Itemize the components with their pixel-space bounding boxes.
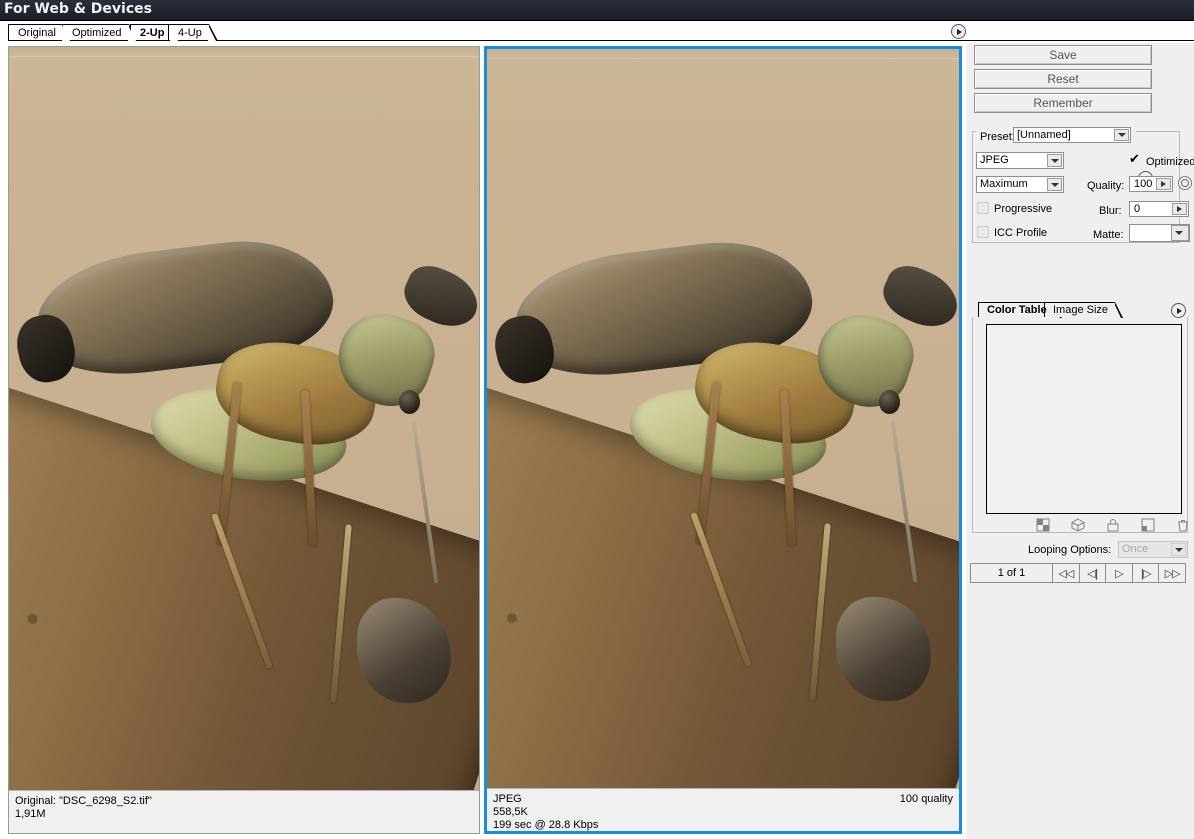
tab-original[interactable]: Original — [8, 24, 63, 40]
preset-value: [Unnamed] — [1017, 129, 1071, 141]
matte-color-swatch[interactable] — [1129, 224, 1172, 242]
chevron-down-icon[interactable] — [1171, 225, 1189, 241]
matte-dropdown[interactable] — [1172, 224, 1190, 242]
circle-right-arrow-icon[interactable] — [1171, 303, 1186, 318]
next-frame-button[interactable]: |▷ — [1133, 564, 1160, 582]
web-snap-icon[interactable] — [1071, 518, 1085, 532]
save-button[interactable]: Save — [974, 45, 1152, 65]
original-image-preview[interactable] — [9, 47, 479, 792]
optimized-info-line2: 558,5K — [493, 806, 953, 819]
compression-quality-dropdown[interactable]: Maximum — [976, 176, 1064, 193]
beetle-photo-original — [9, 47, 479, 792]
tab-original-label: Original — [18, 27, 56, 39]
tab-optimized[interactable]: Optimized — [62, 24, 129, 40]
blur-label: Blur: — [1099, 205, 1122, 217]
first-frame-button[interactable]: ◁◁ — [1053, 564, 1080, 582]
preview-pane-original[interactable]: Original: "DSC_6298_S2.tif" 1,91M — [8, 46, 480, 834]
stepper-arrow-icon[interactable] — [1156, 178, 1171, 190]
original-info-bar: Original: "DSC_6298_S2.tif" 1,91M — [9, 790, 479, 833]
file-format-dropdown[interactable]: JPEG — [976, 152, 1064, 169]
preset-label: Preset: — [980, 131, 1015, 143]
original-info-line1: Original: "DSC_6298_S2.tif" — [15, 795, 473, 808]
animation-navigation-bar: 1 of 1 ◁◁ ◁| ▷ |▷ ▷▷ — [970, 563, 1186, 583]
color-table-toolbar — [986, 517, 1182, 535]
tab-2-up-label: 2-Up — [140, 27, 164, 39]
quality-label: Quality: — [1087, 180, 1124, 192]
progressive-label: Progressive — [994, 203, 1052, 215]
icc-profile-checkbox[interactable] — [977, 226, 989, 238]
settings-panel: Save Reset Remember Preset: [Unnamed] JP… — [966, 43, 1194, 839]
window-title: For Web & Devices — [4, 1, 152, 17]
lock-color-icon[interactable] — [1106, 518, 1120, 532]
tab-image-size[interactable]: Image Size — [1044, 302, 1115, 317]
tabstrip-baseline — [8, 40, 1194, 41]
chevron-down-icon[interactable] — [1047, 154, 1062, 167]
transparency-icon[interactable] — [1036, 518, 1050, 532]
tab-color-table[interactable]: Color Table — [978, 302, 1054, 317]
optimized-checkbox[interactable] — [1129, 155, 1141, 167]
optimized-image-preview[interactable] — [487, 49, 959, 790]
play-button[interactable]: ▷ — [1106, 564, 1133, 582]
icc-profile-label: ICC Profile — [994, 227, 1047, 239]
window-titlebar: For Web & Devices — [0, 0, 1194, 21]
optimized-info-line1: JPEG — [493, 793, 953, 806]
reset-button[interactable]: Reset — [974, 69, 1152, 89]
tab-4-up-label: 4-Up — [178, 27, 202, 39]
tab-2-up[interactable]: 2-Up — [130, 24, 171, 40]
original-info-line2: 1,91M — [15, 808, 473, 821]
beetle-eye — [879, 390, 900, 414]
progressive-checkbox[interactable] — [977, 202, 989, 214]
new-color-icon[interactable] — [1141, 518, 1155, 532]
color-table-tabstrip: Color Table Image Size — [972, 302, 1188, 318]
beetle-eye — [399, 390, 420, 414]
quality-value: 100 — [1134, 178, 1152, 190]
optimized-label: Optimized — [1146, 156, 1194, 168]
preview-pane-optimized[interactable]: JPEG 558,5K 199 sec @ 28.8 Kbps 100 qual… — [484, 46, 962, 834]
tab-optimized-label: Optimized — [72, 27, 122, 39]
channel-mask-icon[interactable] — [1178, 176, 1192, 190]
preset-dropdown[interactable]: [Unnamed] — [1013, 127, 1131, 143]
looping-options-dropdown[interactable]: Once — [1118, 541, 1188, 558]
compression-quality-value: Maximum — [980, 178, 1028, 190]
tab-color-table-label: Color Table — [987, 304, 1047, 316]
color-table-swatches[interactable] — [986, 324, 1182, 514]
file-format-value: JPEG — [980, 154, 1009, 166]
chevron-down-icon[interactable] — [1171, 543, 1186, 556]
tab-image-size-label: Image Size — [1053, 304, 1108, 316]
looping-options-value: Once — [1122, 543, 1148, 555]
optimized-info-bar: JPEG 558,5K 199 sec @ 28.8 Kbps 100 qual… — [487, 788, 959, 831]
looping-options-row: Looping Options: Once — [972, 541, 1188, 559]
optimized-info-line3: 199 sec @ 28.8 Kbps — [493, 819, 953, 832]
blur-value: 0 — [1134, 203, 1140, 215]
circle-right-arrow-icon[interactable] — [951, 24, 966, 39]
delete-color-icon[interactable] — [1176, 518, 1190, 532]
optimized-quality-label: 100 quality — [900, 793, 953, 806]
looping-options-label: Looping Options: — [1028, 544, 1111, 556]
chevron-down-icon[interactable] — [1047, 178, 1062, 191]
stepper-arrow-icon[interactable] — [1172, 203, 1187, 215]
blur-stepper[interactable]: 0 — [1129, 201, 1189, 217]
photo-top-band — [9, 47, 479, 57]
quality-stepper[interactable]: 100 — [1129, 176, 1173, 192]
frame-counter: 1 of 1 — [971, 564, 1053, 582]
remember-button[interactable]: Remember — [974, 93, 1152, 113]
beetle-photo-optimized — [487, 49, 959, 790]
photo-top-band — [487, 49, 959, 59]
previous-frame-button[interactable]: ◁| — [1080, 564, 1107, 582]
view-tabstrip: Original Optimized 2-Up 4-Up — [0, 21, 1194, 43]
last-frame-button[interactable]: ▷▷ — [1159, 564, 1185, 582]
chevron-down-icon[interactable] — [1114, 129, 1129, 141]
matte-label: Matte: — [1093, 229, 1124, 241]
